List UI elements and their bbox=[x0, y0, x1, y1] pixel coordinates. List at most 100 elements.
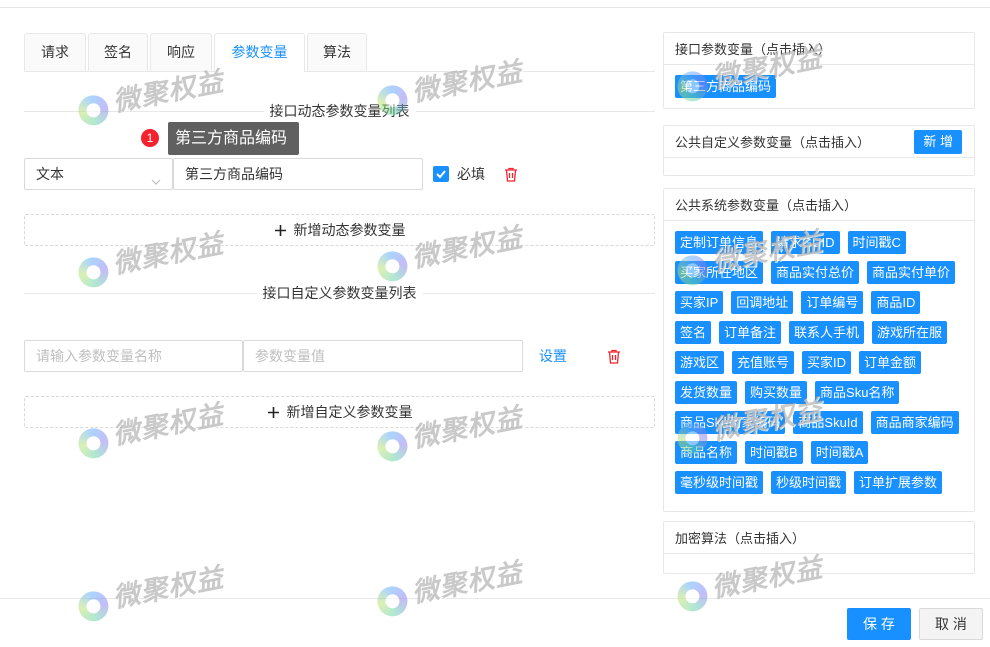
variable-tag[interactable]: 游戏区 bbox=[675, 351, 725, 374]
custom-vars-title: 接口自定义参数变量列表 bbox=[256, 283, 423, 303]
custom-variable-name-input[interactable] bbox=[24, 340, 243, 372]
variable-tag[interactable]: 秒级时间戳 bbox=[771, 471, 847, 494]
tag-row: 定制订单信息 请求GUID 时间戳C bbox=[675, 231, 963, 254]
public-custom-vars-title: 公共自定义参数变量（点击插入） bbox=[675, 135, 871, 150]
dynamic-vars-divider: 接口动态参数变量列表 bbox=[24, 101, 655, 121]
variable-tag[interactable]: 买家ID bbox=[802, 351, 852, 374]
add-public-custom-var-button[interactable]: 新 增 bbox=[914, 129, 962, 154]
tag-row: 商品Sku商家编码 商品SkuId 商品商家编码 bbox=[675, 411, 963, 434]
variable-tag[interactable]: 商品Sku商家编码 bbox=[675, 411, 786, 434]
variable-tag[interactable]: 第三方商品编码 bbox=[675, 75, 777, 98]
trash-icon[interactable] bbox=[504, 167, 518, 182]
hint-tooltip: 第三方商品编码 bbox=[168, 122, 299, 155]
variable-tag[interactable]: 毫秒级时间戳 bbox=[675, 471, 764, 494]
custom-vars-divider: 接口自定义参数变量列表 bbox=[24, 283, 655, 303]
public-custom-vars-card: 公共自定义参数变量（点击插入） 新 增 bbox=[663, 125, 975, 176]
watermark-logo bbox=[75, 254, 112, 290]
tag-row: 游戏区 充值账号 买家ID 订单金额 bbox=[675, 351, 963, 374]
variable-tag[interactable]: 回调地址 bbox=[731, 291, 794, 314]
add-custom-variable-label: 新增自定义参数变量 bbox=[286, 404, 413, 420]
variable-tag[interactable]: 商品名称 bbox=[675, 441, 738, 464]
variable-tag[interactable]: 商品实付单价 bbox=[867, 261, 956, 284]
watermark-logo bbox=[75, 425, 112, 461]
interface-vars-header: 接口参数变量（点击插入） bbox=[664, 33, 974, 65]
footer-divider bbox=[0, 598, 990, 599]
watermark-logo bbox=[75, 588, 112, 624]
variable-type-select[interactable]: 文本 bbox=[24, 158, 173, 190]
variable-tag[interactable]: 时间戳B bbox=[745, 441, 803, 464]
public-system-vars-body: 定制订单信息 请求GUID 时间戳C 买家所在地区 商品实付总价 商品实付单价 … bbox=[664, 221, 974, 511]
interface-vars-title: 接口参数变量（点击插入） bbox=[675, 42, 832, 57]
variable-tag[interactable]: 定制订单信息 bbox=[675, 231, 764, 254]
public-system-vars-card: 公共系统参数变量（点击插入） 定制订单信息 请求GUID 时间戳C 买家所在地区… bbox=[663, 188, 975, 512]
custom-variable-set-link[interactable]: 设置 bbox=[539, 340, 567, 372]
check-icon bbox=[436, 170, 446, 179]
chevron-down-icon bbox=[150, 168, 162, 185]
encrypt-algorithm-header: 加密算法（点击插入） bbox=[664, 522, 974, 554]
encrypt-algorithm-card: 加密算法（点击插入） bbox=[663, 521, 975, 574]
tag-row: 毫秒级时间戳 秒级时间戳 订单扩展参数 bbox=[675, 471, 963, 494]
watermark-logo bbox=[374, 428, 411, 464]
variable-tag[interactable]: 买家所在地区 bbox=[675, 261, 764, 284]
tag-row: 买家IP 回调地址 订单编号 商品ID bbox=[675, 291, 963, 314]
watermark: 微聚权益 bbox=[74, 554, 229, 624]
watermark-logo bbox=[374, 583, 411, 619]
tab-signature[interactable]: 签名 bbox=[88, 33, 148, 71]
public-system-vars-title: 公共系统参数变量（点击插入） bbox=[675, 198, 858, 213]
variable-tag[interactable]: 买家IP bbox=[675, 291, 724, 314]
watermark-logo bbox=[674, 578, 711, 614]
variable-tag[interactable]: 商品Sku名称 bbox=[815, 381, 900, 404]
tab-algorithm[interactable]: 算法 bbox=[307, 33, 367, 71]
variable-type-value: 文本 bbox=[36, 166, 64, 182]
tag-row: 发货数量 购买数量 商品Sku名称 bbox=[675, 381, 963, 404]
variable-tag[interactable]: 游戏所在服 bbox=[872, 321, 948, 344]
interface-vars-body: 第三方商品编码 bbox=[664, 65, 974, 108]
tab-response[interactable]: 响应 bbox=[150, 33, 212, 71]
variable-tag[interactable]: 订单备注 bbox=[719, 321, 782, 344]
tab-parameter-variables[interactable]: 参数变量 bbox=[214, 33, 305, 72]
variable-tag[interactable]: 订单编号 bbox=[801, 291, 864, 314]
public-custom-vars-header: 公共自定义参数变量（点击插入） 新 增 bbox=[664, 126, 974, 158]
variable-tag[interactable]: 时间戳A bbox=[810, 441, 869, 464]
encrypt-algorithm-title: 加密算法（点击插入） bbox=[675, 531, 806, 546]
interface-vars-card: 接口参数变量（点击插入） 第三方商品编码 bbox=[663, 32, 975, 109]
dynamic-vars-title: 接口动态参数变量列表 bbox=[263, 101, 416, 121]
watermark-text: 微聚权益 bbox=[110, 561, 226, 613]
dialog-top-border bbox=[0, 7, 990, 8]
required-label[interactable]: 必填 bbox=[457, 158, 485, 190]
cancel-button[interactable]: 取 消 bbox=[919, 608, 983, 640]
watermark: 微聚权益 bbox=[373, 549, 528, 619]
variable-tag[interactable]: 商品商家编码 bbox=[870, 411, 959, 434]
add-dynamic-variable-label: 新增动态参数变量 bbox=[293, 222, 406, 238]
variable-tag[interactable]: 请求GUID bbox=[771, 231, 840, 254]
variable-tag[interactable]: 时间戳C bbox=[847, 231, 906, 254]
variable-tag[interactable]: 签名 bbox=[675, 321, 712, 344]
add-dynamic-variable-button[interactable]: 新增动态参数变量 bbox=[24, 214, 655, 246]
tab-bar: 请求 签名 响应 参数变量 算法 bbox=[24, 33, 655, 72]
watermark-logo bbox=[374, 248, 411, 284]
tag-row: 商品名称 时间戳B 时间戳A bbox=[675, 441, 963, 464]
variable-tag[interactable]: 发货数量 bbox=[675, 381, 738, 404]
watermark-text: 微聚权益 bbox=[409, 556, 525, 608]
variable-tag[interactable]: 联系人手机 bbox=[789, 321, 865, 344]
variable-tag[interactable]: 商品SkuId bbox=[793, 411, 863, 434]
public-system-vars-header: 公共系统参数变量（点击插入） bbox=[664, 189, 974, 221]
plus-icon bbox=[274, 224, 287, 237]
tag-row: 买家所在地区 商品实付总价 商品实付单价 bbox=[675, 261, 963, 284]
add-custom-variable-button[interactable]: 新增自定义参数变量 bbox=[24, 396, 655, 428]
variable-tag[interactable]: 订单金额 bbox=[859, 351, 922, 374]
save-button[interactable]: 保 存 bbox=[847, 608, 911, 640]
trash-icon[interactable] bbox=[607, 349, 621, 364]
tag-row: 签名 订单备注 联系人手机 游戏所在服 bbox=[675, 321, 963, 344]
variable-tag[interactable]: 商品ID bbox=[871, 291, 921, 314]
dynamic-variable-name-input[interactable] bbox=[173, 158, 423, 190]
variable-tag[interactable]: 订单扩展参数 bbox=[854, 471, 943, 494]
tab-request[interactable]: 请求 bbox=[24, 33, 86, 71]
variable-tag[interactable]: 商品实付总价 bbox=[771, 261, 860, 284]
custom-variable-value-input[interactable] bbox=[243, 340, 523, 372]
plus-icon bbox=[267, 406, 280, 419]
variable-tag[interactable]: 充值账号 bbox=[732, 351, 795, 374]
variable-tag[interactable]: 购买数量 bbox=[745, 381, 808, 404]
hint-badge: 1 bbox=[140, 128, 160, 148]
required-checkbox[interactable] bbox=[433, 166, 449, 182]
